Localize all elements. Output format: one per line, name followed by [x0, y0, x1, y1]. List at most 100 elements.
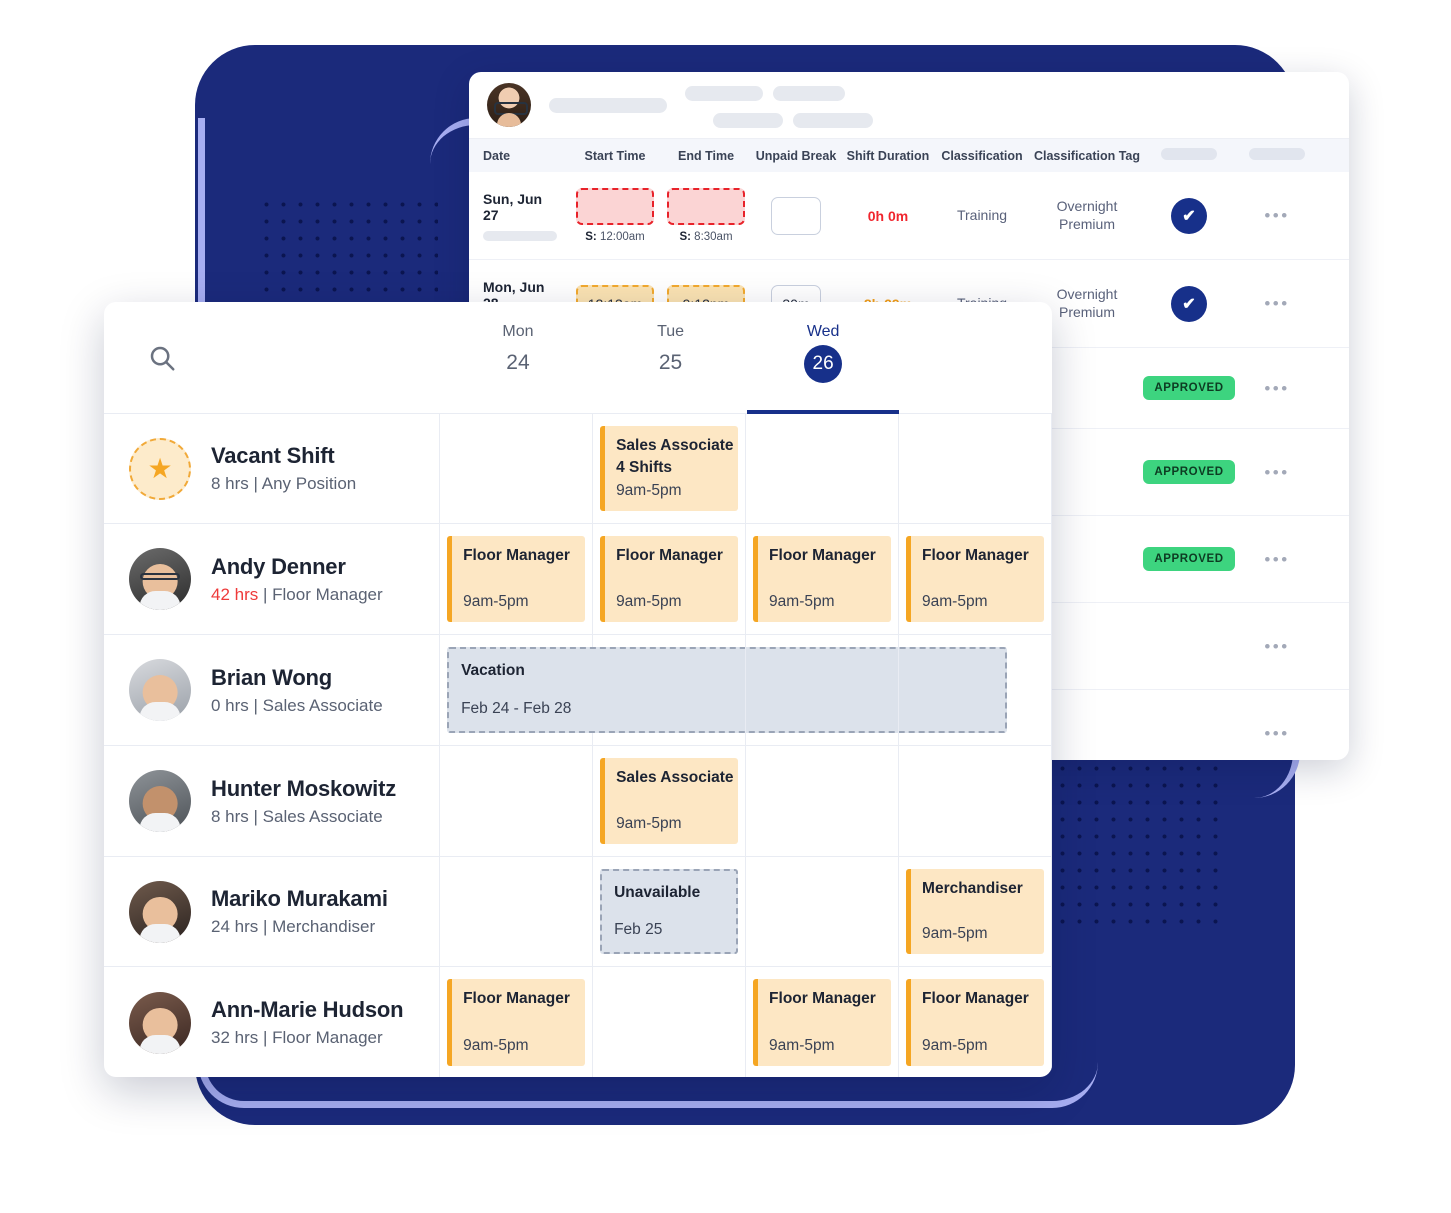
schedule-cell[interactable]: Floor Manager 9am-5pm — [746, 967, 900, 1077]
column-header-classification-tag: Classification Tag — [1033, 148, 1141, 163]
schedule-cell[interactable] — [746, 635, 900, 745]
schedule-cell[interactable]: Unavailable Feb 25 — [593, 857, 747, 966]
shift-card[interactable]: Floor Manager 9am-5pm — [753, 536, 892, 622]
list-item[interactable]: Ann-Marie Hudson 32 hrs | Floor Manager — [104, 967, 441, 1077]
shift-title: Merchandiser — [922, 880, 1023, 897]
shift-card[interactable]: Floor Manager 9am-5pm — [906, 979, 1045, 1066]
day-name: Tue — [657, 323, 685, 340]
shift-title: Floor Manager — [769, 547, 876, 564]
schedule-cell[interactable]: Sales Associate 4 Shifts 9am-5pm — [593, 414, 747, 523]
schedule-cell[interactable]: Floor Manager 9am-5pm — [593, 524, 747, 634]
shift-time: 9am-5pm — [769, 593, 835, 610]
schedule-row: Ann-Marie Hudson 32 hrs | Floor Manager … — [104, 967, 1052, 1077]
unpaid-break-field[interactable] — [771, 196, 821, 235]
person-meta: 0 hrs | Sales Associate — [211, 695, 383, 715]
row-more-menu[interactable]: ••• — [1264, 380, 1289, 397]
schedule-window: Mon 24 Tue 25 Wed 26 ★ Vacant Shift 8 hr… — [104, 302, 1052, 1077]
schedule-cell[interactable] — [746, 414, 900, 523]
unavailable-block[interactable]: Unavailable Feb 25 — [600, 869, 739, 954]
day-name: Wed — [806, 323, 840, 340]
schedule-cell[interactable]: Floor Manager 9am-5pm — [746, 524, 900, 634]
shift-card[interactable]: Floor Manager 9am-5pm — [906, 536, 1045, 622]
day-name: Mon — [502, 323, 534, 340]
schedule-row: Mariko Murakami 24 hrs | Merchandiser Un… — [104, 857, 1052, 967]
row-more-menu[interactable]: ••• — [1264, 638, 1289, 655]
tab-day-tue[interactable]: Tue 25 — [594, 302, 747, 413]
table-row[interactable]: Sun, Jun 27 S: 12:00am S: 8:30am 0h 0m T… — [469, 172, 1349, 260]
shift-time: 9am-5pm — [463, 1037, 529, 1054]
scheduled-start-time: 12:00am — [599, 231, 645, 243]
approve-button[interactable]: ✔ — [1171, 285, 1207, 322]
row-more-menu[interactable]: ••• — [1264, 464, 1289, 481]
search-icon[interactable] — [147, 343, 177, 373]
person-role: Floor Manager — [272, 584, 383, 604]
skeleton-subtext — [483, 230, 557, 241]
schedule-cell[interactable] — [746, 857, 900, 966]
schedule-cell[interactable] — [899, 746, 1052, 856]
schedule-row: ★ Vacant Shift 8 hrs | Any Position Sale… — [104, 414, 1052, 524]
row-more-menu[interactable]: ••• — [1264, 207, 1289, 224]
shift-card[interactable]: Floor Manager 9am-5pm — [447, 979, 586, 1066]
list-item[interactable]: Hunter Moskowitz 8 hrs | Sales Associate — [104, 746, 441, 856]
column-header-start-time: Start Time — [584, 148, 646, 163]
row-more-menu[interactable]: ••• — [1264, 725, 1289, 742]
shift-card[interactable]: Floor Manager 9am-5pm — [753, 979, 892, 1066]
schedule-cell[interactable]: Floor Manager 9am-5pm — [440, 967, 594, 1077]
approve-button[interactable]: ✔ — [1171, 197, 1207, 234]
shift-card[interactable]: Floor Manager 9am-5pm — [600, 536, 739, 622]
column-header-end-time: End Time — [677, 148, 735, 163]
skeleton-column-header — [1249, 148, 1305, 160]
shift-card[interactable]: Sales Associate 4 Shifts 9am-5pm — [600, 426, 739, 511]
schedule-cell[interactable]: Floor Manager 9am-5pm — [899, 524, 1052, 634]
shift-time: 9am-5pm — [922, 593, 988, 610]
schedule-row: Andy Denner 42 hrs | Floor Manager Floor… — [104, 524, 1052, 635]
row-more-menu[interactable]: ••• — [1264, 551, 1289, 568]
person-hours: 0 hrs — [211, 695, 249, 715]
schedule-cell[interactable] — [593, 967, 747, 1077]
schedule-cell[interactable] — [440, 414, 594, 523]
shift-card[interactable]: Sales Associate 9am-5pm — [600, 758, 739, 844]
shift-time: 9am-5pm — [616, 815, 682, 832]
schedule-cell[interactable]: Sales Associate 9am-5pm — [593, 746, 747, 856]
day-number: 24 — [506, 351, 530, 374]
person-name: Ann-Marie Hudson — [211, 997, 404, 1022]
shift-title: Floor Manager — [769, 990, 876, 1007]
tab-day-mon[interactable]: Mon 24 — [442, 302, 595, 413]
schedule-cell[interactable] — [899, 414, 1052, 523]
skeleton-bar — [793, 112, 873, 128]
schedule-cell[interactable]: Floor Manager 9am-5pm — [899, 967, 1052, 1077]
shift-time: 9am-5pm — [463, 593, 529, 610]
schedule-cell[interactable]: Floor Manager 9am-5pm — [440, 524, 594, 634]
search-bar[interactable] — [104, 302, 442, 413]
schedule-cell[interactable] — [440, 746, 594, 856]
list-item[interactable]: ★ Vacant Shift 8 hrs | Any Position — [104, 414, 441, 523]
person-name: Vacant Shift — [211, 443, 335, 468]
schedule-cell[interactable]: Vacation Feb 24 - Feb 28 — [440, 635, 1008, 745]
shift-title: Sales Associate — [616, 437, 734, 454]
schedule-cell[interactable] — [746, 746, 900, 856]
status-badge: APPROVED — [1143, 460, 1235, 484]
schedule-cell[interactable] — [593, 635, 747, 745]
shift-card[interactable]: Merchandiser 9am-5pm — [906, 869, 1045, 954]
star-icon: ★ — [129, 437, 191, 500]
tab-day-next[interactable] — [899, 302, 1052, 413]
shift-card[interactable]: Floor Manager 9am-5pm — [447, 536, 586, 622]
end-time-field[interactable] — [667, 188, 745, 225]
row-more-menu[interactable]: ••• — [1264, 295, 1289, 312]
person-role: Any Position — [261, 474, 357, 493]
schedule-cell[interactable] — [440, 857, 594, 966]
list-item[interactable]: Brian Wong 0 hrs | Sales Associate — [104, 635, 441, 745]
schedule-cell[interactable] — [899, 635, 1052, 745]
shift-count: 4 Shifts — [616, 459, 673, 476]
person-name: Hunter Moskowitz — [211, 775, 397, 801]
person-meta: 42 hrs | Floor Manager — [211, 584, 383, 604]
status-badge: APPROVED — [1143, 376, 1235, 400]
start-time-field[interactable] — [576, 188, 654, 225]
list-item[interactable]: Andy Denner 42 hrs | Floor Manager — [104, 524, 441, 634]
tab-day-wed[interactable]: Wed 26 — [746, 302, 900, 414]
schedule-cell[interactable]: Merchandiser 9am-5pm — [899, 857, 1052, 966]
shift-duration-value: 0h 0m — [867, 207, 909, 224]
shift-time: 9am-5pm — [922, 1037, 988, 1054]
person-role: Merchandiser — [272, 917, 376, 936]
list-item[interactable]: Mariko Murakami 24 hrs | Merchandiser — [104, 857, 441, 966]
